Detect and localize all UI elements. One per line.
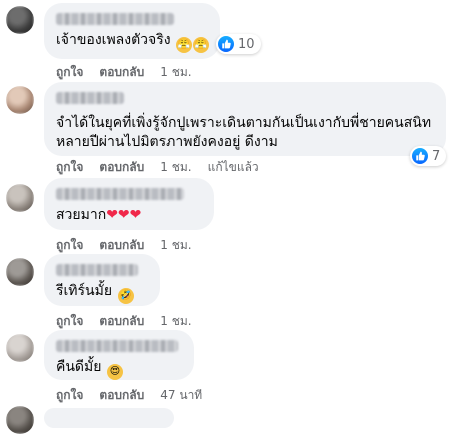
like-reaction-icon (218, 36, 234, 52)
commenter-name-redacted[interactable] (56, 340, 178, 352)
comment-timestamp[interactable]: 1 ชม. (160, 236, 191, 255)
commenter-name-redacted[interactable] (56, 264, 138, 276)
avatar[interactable] (6, 406, 34, 434)
comment-bubble: คืนดีมั้ย 😍 (44, 330, 194, 380)
comment-bubble: จำได้ในยุคที่เพิ่งรู้จักปูเพราะเดินตามกั… (44, 82, 446, 156)
avatar[interactable] (6, 258, 34, 286)
comment-text: รีเทิร์นมั้ย (56, 283, 113, 299)
reply-button[interactable]: ตอบกลับ (99, 386, 144, 405)
comment-text: เจ้าของเพลงตัวจริง (56, 32, 171, 48)
comment-bubble (44, 408, 174, 428)
reply-button[interactable]: ตอบกลับ (99, 312, 144, 331)
comment-text: สวยมาก (56, 207, 107, 223)
comment-text: คืนดีมั้ย (56, 359, 102, 375)
commenter-name-redacted[interactable] (56, 188, 184, 200)
reaction-summary[interactable]: 10 (216, 34, 261, 54)
comment-actions: ถูกใจ ตอบกลับ 47 นาที (56, 386, 202, 405)
reaction-count: 7 (432, 148, 441, 164)
reply-button[interactable]: ตอบกลับ (99, 236, 144, 255)
heart-eyes-emoji-icon: 😍 (106, 364, 123, 380)
heart-emoji-icon: ❤ (129, 207, 142, 223)
heart-emoji-icon: ❤ (106, 207, 118, 223)
like-button[interactable]: ถูกใจ (56, 236, 83, 255)
angry-face-emoji-icon: 😤 (176, 37, 193, 53)
comment-timestamp[interactable]: 1 ชม. (160, 63, 191, 82)
reply-button[interactable]: ตอบกลับ (99, 158, 144, 177)
like-button[interactable]: ถูกใจ (56, 386, 83, 405)
comment-bubble: เจ้าของเพลงตัวจริง 😤 😤 (44, 3, 220, 59)
like-reaction-icon (412, 148, 428, 164)
avatar[interactable] (6, 86, 34, 114)
reaction-count: 10 (238, 36, 255, 52)
avatar[interactable] (6, 184, 34, 212)
comment-actions: ถูกใจ ตอบกลับ 1 ชม. (56, 312, 192, 331)
comment-timestamp[interactable]: 1 ชม. (160, 158, 191, 177)
comment-timestamp[interactable]: 47 นาที (160, 386, 202, 405)
like-button[interactable]: ถูกใจ (56, 63, 83, 82)
like-button[interactable]: ถูกใจ (56, 312, 83, 331)
comment-timestamp[interactable]: 1 ชม. (160, 312, 191, 331)
comment-bubble: รีเทิร์นมั้ย 🤣 (44, 254, 160, 306)
heart-emoji-icon: ❤ (117, 207, 130, 223)
edited-label[interactable]: แก้ไขแล้ว (208, 158, 259, 177)
avatar[interactable] (6, 334, 34, 362)
comment-text: จำได้ในยุคที่เพิ่งรู้จักปูเพราะเดินตามกั… (56, 115, 432, 150)
comment-actions: ถูกใจ ตอบกลับ 1 ชม. แก้ไขแล้ว (56, 158, 259, 177)
commenter-name-redacted[interactable] (56, 92, 124, 104)
commenter-name-redacted[interactable] (56, 13, 174, 25)
avatar[interactable] (6, 6, 34, 34)
comment-actions: ถูกใจ ตอบกลับ 1 ชม. (56, 63, 192, 82)
rolling-laughing-emoji-icon: 🤣 (117, 288, 134, 304)
comment-actions: ถูกใจ ตอบกลับ 1 ชม. (56, 236, 192, 255)
angry-face-emoji-icon: 😤 (193, 37, 210, 53)
like-button[interactable]: ถูกใจ (56, 158, 83, 177)
reply-button[interactable]: ตอบกลับ (99, 63, 144, 82)
comment-bubble: สวยมาก❤❤❤ (44, 178, 214, 230)
reaction-summary[interactable]: 7 (410, 146, 447, 166)
